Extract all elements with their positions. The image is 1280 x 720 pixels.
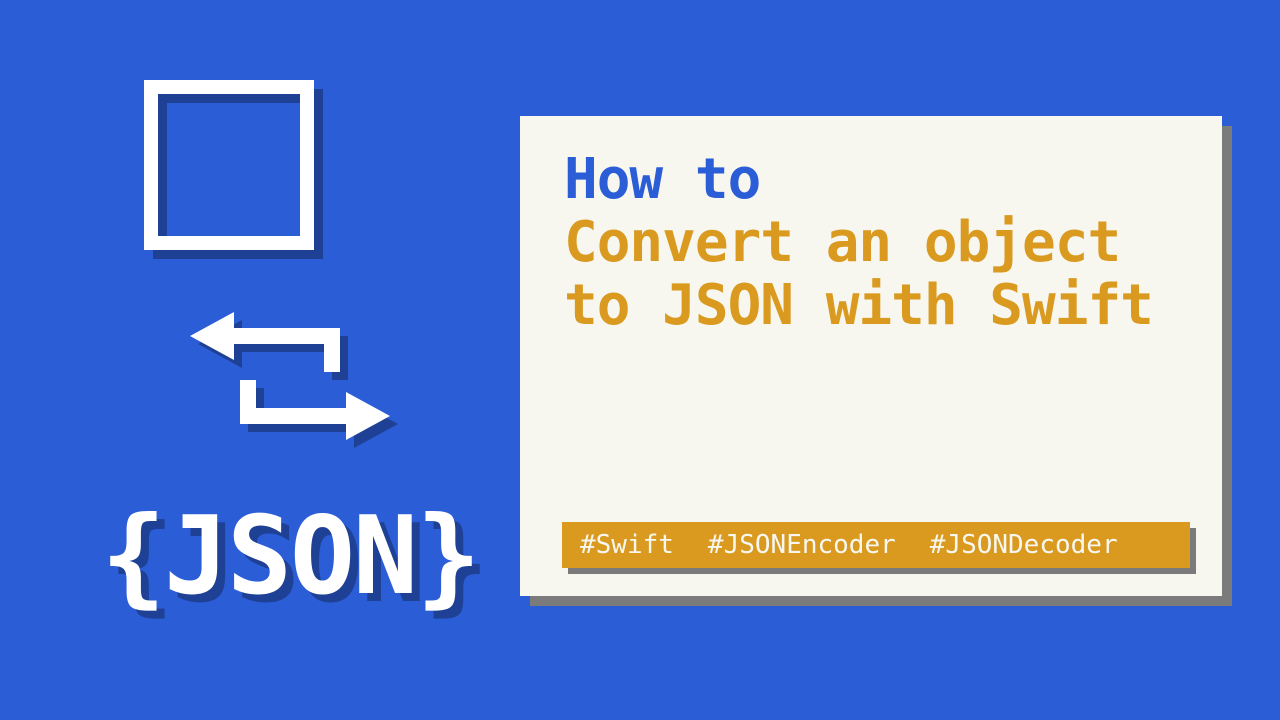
square-icon: [144, 80, 314, 250]
title-kicker: How to: [564, 150, 1182, 210]
title-headline: Convert an object to JSON with Swift: [564, 212, 1182, 337]
tag-jsonencoder: #JSONEncoder: [708, 530, 896, 560]
json-text-logo: {JSON} {JSON}: [101, 494, 479, 619]
tag-bar: #Swift #JSONEncoder #JSONDecoder: [562, 522, 1190, 568]
left-illustration-column: {JSON} {JSON}: [120, 80, 460, 619]
convert-arrows-icon: [190, 306, 390, 446]
tag-swift: #Swift: [580, 530, 674, 560]
tag-jsondecoder: #JSONDecoder: [930, 530, 1118, 560]
title-card: How to Convert an object to JSON with Sw…: [520, 116, 1222, 596]
